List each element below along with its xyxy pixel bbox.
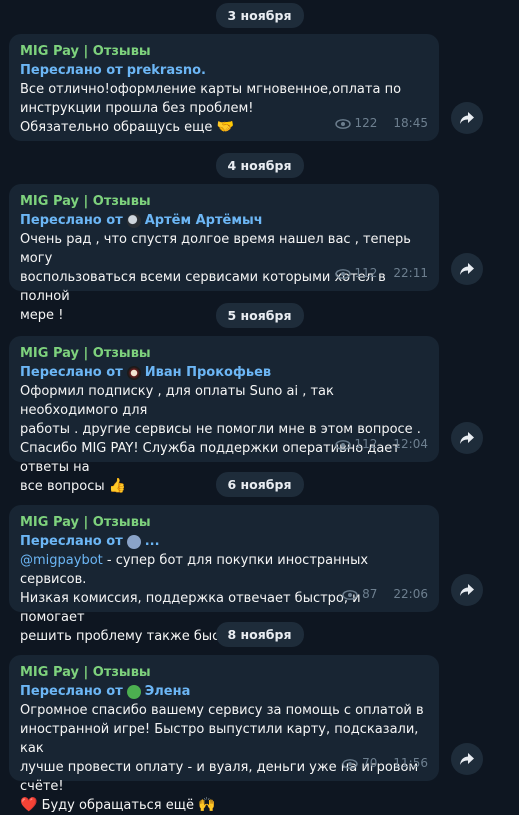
forward-author[interactable]: prekrasno. <box>127 61 206 80</box>
share-arrow-icon <box>460 584 474 596</box>
message-time: 12:04 <box>393 437 428 451</box>
forwarded-from[interactable]: Переслано от prekrasno. <box>20 61 428 80</box>
message-bubble[interactable]: MIG Pay | Отзывы Переслано от Элена Огро… <box>9 655 439 813</box>
message-body: Огромное спасибо вашему сервису за помощ… <box>20 703 424 794</box>
avatar <box>126 213 141 228</box>
eye-icon <box>342 589 358 600</box>
share-arrow-icon <box>460 753 474 765</box>
forward-prefix: Переслано от <box>20 365 123 380</box>
channel-name[interactable]: MIG Pay | Отзывы <box>20 513 428 532</box>
forward-author[interactable]: Артём Артёмыч <box>145 211 263 230</box>
message-time: 22:06 <box>393 587 428 601</box>
bot-mention-link[interactable]: @migpaybot <box>20 553 103 568</box>
channel-name[interactable]: MIG Pay | Отзывы <box>20 192 428 211</box>
date-separator: 6 ноября <box>215 472 304 497</box>
heart-emoji: ❤️ <box>20 797 38 813</box>
message-meta: 112 12:04 <box>334 435 428 454</box>
forwarded-from[interactable]: Переслано от Иван Прокофьев <box>20 363 428 382</box>
forwarded-from[interactable]: Переслано от ... <box>20 532 428 551</box>
forwarded-from[interactable]: Переслано от Элена <box>20 682 428 701</box>
message-meta: 112 22:11 <box>334 264 428 283</box>
date-separator: 8 ноября <box>215 622 304 647</box>
views-count: 70 <box>362 756 378 770</box>
eye-icon <box>334 439 351 450</box>
channel-name[interactable]: MIG Pay | Отзывы <box>20 42 428 61</box>
message-body-tail: Буду обращаться ещё <box>37 798 199 813</box>
message-time: 22:11 <box>393 266 428 280</box>
handshake-emoji: 🤝 <box>216 119 234 135</box>
share-button[interactable] <box>451 253 483 285</box>
share-button[interactable] <box>451 574 483 606</box>
views-count: 122 <box>354 116 378 130</box>
share-button[interactable] <box>451 102 483 134</box>
message-time: 11:56 <box>393 756 428 770</box>
avatar <box>126 534 141 549</box>
forward-prefix: Переслано от <box>20 684 123 699</box>
forward-prefix: Переслано от <box>20 63 123 78</box>
forward-author[interactable]: Элена <box>145 682 191 701</box>
forward-prefix: Переслано от <box>20 534 123 549</box>
forward-author[interactable]: ... <box>145 532 160 551</box>
share-arrow-icon <box>460 263 474 275</box>
views-count: 112 <box>354 437 378 451</box>
share-arrow-icon <box>460 112 474 124</box>
date-separator: 5 ноября <box>215 303 304 328</box>
views-count: 112 <box>354 266 378 280</box>
date-separator: 4 ноября <box>215 153 304 178</box>
eye-icon <box>342 758 358 769</box>
message-meta: 70 11:56 <box>342 754 428 773</box>
avatar <box>126 684 141 699</box>
eye-icon <box>334 268 351 279</box>
message-time: 18:45 <box>393 116 428 130</box>
message-meta: 87 22:06 <box>342 585 428 604</box>
message-bubble[interactable]: MIG Pay | Отзывы Переслано от prekrasno.… <box>9 34 439 141</box>
date-separator: 3 ноября <box>215 3 304 28</box>
message-bubble[interactable]: MIG Pay | Отзывы Переслано от Иван Проко… <box>9 336 439 494</box>
share-button[interactable] <box>451 743 483 775</box>
forwarded-from[interactable]: Переслано от Артём Артёмыч <box>20 211 428 230</box>
thumbs-up-emoji: 👍 <box>108 478 127 494</box>
message-bubble[interactable]: MIG Pay | Отзывы Переслано от Артём Артё… <box>9 184 439 323</box>
views-count: 87 <box>362 587 378 601</box>
channel-name[interactable]: MIG Pay | Отзывы <box>20 663 428 682</box>
share-arrow-icon <box>460 432 474 444</box>
message-meta: 122 18:45 <box>334 114 428 133</box>
forward-author[interactable]: Иван Прокофьев <box>145 363 271 382</box>
raised-hands-emoji: 🙌 <box>198 797 216 813</box>
forward-prefix: Переслано от <box>20 213 123 228</box>
eye-icon <box>334 118 351 129</box>
channel-name[interactable]: MIG Pay | Отзывы <box>20 344 428 363</box>
avatar <box>126 365 141 380</box>
message-bubble[interactable]: MIG Pay | Отзывы Переслано от ... @migpa… <box>9 505 439 644</box>
share-button[interactable] <box>451 422 483 454</box>
